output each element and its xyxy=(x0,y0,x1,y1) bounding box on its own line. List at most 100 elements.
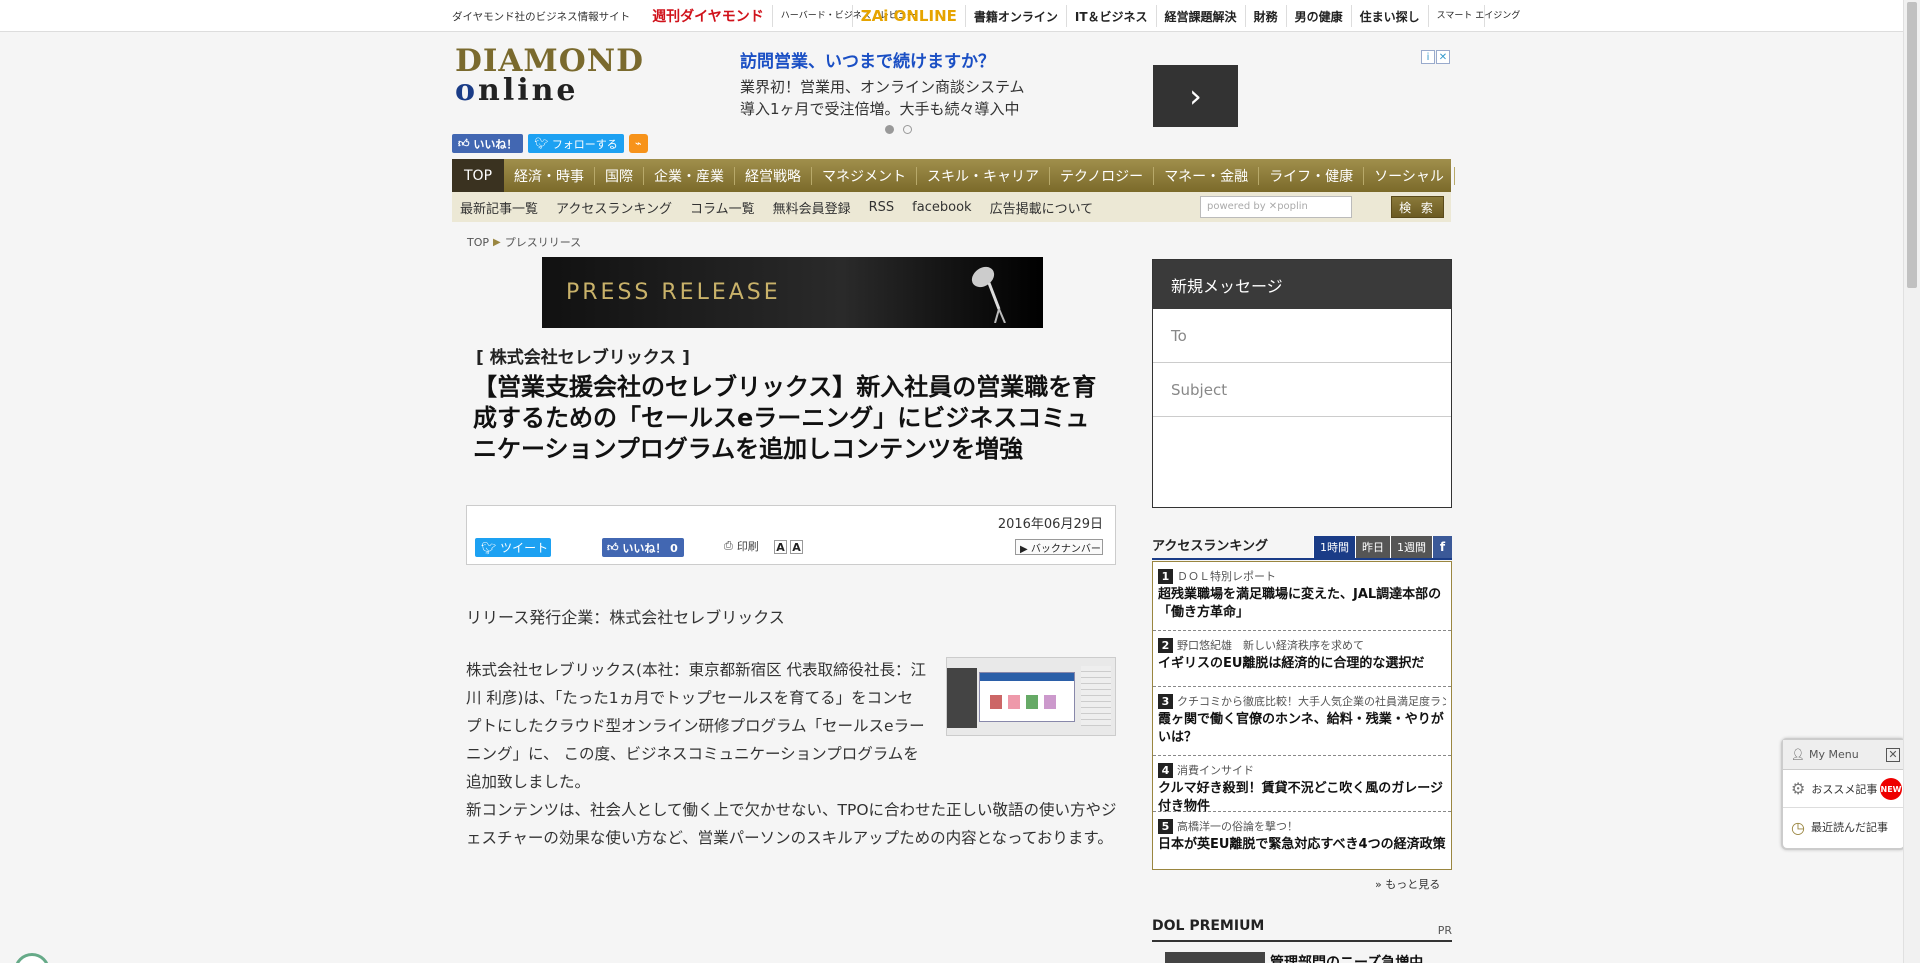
tab-1-week[interactable]: 1週間 xyxy=(1390,536,1432,558)
recent-articles-button[interactable]: ◷ 最近読んだ記事 xyxy=(1783,808,1904,846)
subnav-rss[interactable]: RSS xyxy=(869,200,895,215)
link-it-business[interactable]: IT＆ビジネス xyxy=(1067,5,1157,27)
ranking-list: 1 ＤＯＬ特別レポート 超残業職場を満足職場に変えた、JAL調達本部の「働き方革命… xyxy=(1152,561,1452,870)
nav-industry[interactable]: 企業・産業 xyxy=(644,166,736,185)
facebook-icon[interactable]: f xyxy=(1432,536,1452,558)
nav-top[interactable]: TOP xyxy=(452,159,505,192)
subnav-columns[interactable]: コラム一覧 xyxy=(690,198,755,217)
carousel-dot[interactable] xyxy=(903,125,912,134)
nav-international[interactable]: 国際 xyxy=(595,166,645,185)
font-large-button[interactable]: A xyxy=(790,540,803,554)
company-tag: [ 株式会社セレブリックス ] xyxy=(476,348,690,368)
user-icon: 👤︎ xyxy=(1791,748,1805,761)
nav-management[interactable]: マネジメント xyxy=(812,166,918,185)
link-weekly-diamond[interactable]: 週刊ダイヤモンド xyxy=(644,5,773,27)
link-smart-aging[interactable]: スマート エイジング xyxy=(1429,5,1520,27)
subnav-ranking[interactable]: アクセスランキング xyxy=(556,198,672,217)
link-zai-online[interactable]: ZAi ONLINE xyxy=(853,5,966,27)
print-button[interactable]: ⎙ 印刷 xyxy=(724,538,759,554)
nav-life[interactable]: ライフ・健康 xyxy=(1259,166,1365,185)
recommended-articles-button[interactable]: ⚙ おススメ記事 NEW xyxy=(1783,770,1904,808)
message-body-field[interactable] xyxy=(1153,417,1451,510)
new-badge: NEW xyxy=(1880,778,1902,800)
subnav-advertise[interactable]: 広告掲載について xyxy=(990,198,1094,217)
carousel-dot[interactable] xyxy=(885,125,894,134)
list-item[interactable]: 5 高橋洋一の俗論を撃つ！ 日本が英EU離脱で緊急対応すべき4つの経済政策 xyxy=(1153,812,1451,868)
font-small-button[interactable]: A xyxy=(774,540,787,554)
rank-title[interactable]: クルマ好き殺到！賃貸不況どこ吹く風のガレージ付き物件 xyxy=(1158,780,1446,816)
rank-title[interactable]: 霞ヶ関で働く官僚のホンネ、給料・残業・やりがいは？ xyxy=(1158,711,1446,747)
ranking-more-link[interactable]: » もっと見る xyxy=(1375,876,1440,892)
article-paragraph-2: 新コンテンツは、社会人として働く上で欠かせない、TPOに合わせた正しい敬語の使い… xyxy=(466,801,1117,847)
ad-info-icon[interactable]: i xyxy=(1421,50,1435,64)
rank-title[interactable]: イギリスのEU離脱は経済的に合理的な選択だ xyxy=(1158,655,1446,673)
site-label: ダイヤモンド社のビジネス情報サイト xyxy=(452,10,631,23)
rank-title[interactable]: 超残業職場を満足職場に変えた、JAL調達本部の「働き方革命」 xyxy=(1158,586,1446,622)
rss-icon[interactable]: ⌁ xyxy=(628,134,648,153)
article-title: 【営業支援会社のセレブリックス】新入社員の営業職を育成するための「セールスeラー… xyxy=(473,373,1097,463)
message-subject-field[interactable]: Subject xyxy=(1153,363,1451,417)
ranking-title: アクセスランキング xyxy=(1152,539,1268,554)
list-item[interactable]: 3 クチコミから徹底比較！大手人気企業の社員満足度ランキング 霞ヶ関で働く官僚のホ… xyxy=(1153,687,1451,756)
subnav-latest[interactable]: 最新記事一覧 xyxy=(460,198,538,217)
printer-icon: ⎙ xyxy=(724,539,733,552)
close-icon[interactable]: ✕ xyxy=(1886,747,1900,762)
breadcrumb-home[interactable]: TOP xyxy=(467,236,489,249)
link-finance[interactable]: 財務 xyxy=(1246,5,1287,27)
premium-thumbnail[interactable] xyxy=(1165,952,1265,963)
floating-widget-icon[interactable] xyxy=(14,953,50,963)
facebook-like-button[interactable]: 👍︎ いいね！ 0 xyxy=(602,538,684,557)
link-books-online[interactable]: 書籍オンライン xyxy=(966,5,1067,27)
article-date: 2016年06月29日 xyxy=(997,517,1103,532)
breadcrumb-separator-icon: ▶ xyxy=(493,236,501,248)
new-message-panel: 新規メッセージ To Subject xyxy=(1152,259,1452,508)
ad-carousel-dots xyxy=(885,125,912,134)
twitter-bird-icon: 🐦︎ xyxy=(481,540,497,555)
nav-skills[interactable]: スキル・キャリア xyxy=(917,166,1051,185)
rank-number: 4 xyxy=(1158,762,1173,778)
page-scrollbar[interactable] xyxy=(1903,0,1920,963)
article-screenshot-image[interactable] xyxy=(946,657,1116,736)
subnav-register[interactable]: 無料会員登録 xyxy=(773,198,851,217)
nav-technology[interactable]: テクノロジー xyxy=(1050,166,1155,185)
link-mens-health[interactable]: 男の健康 xyxy=(1287,5,1352,27)
list-item[interactable]: 2 野口悠紀雄 新しい経済秩序を求めて イギリスのEU離脱は経済的に合理的な選択だ xyxy=(1153,631,1451,687)
breadcrumb: TOP ▶ プレスリリース xyxy=(467,234,581,250)
divider xyxy=(1152,940,1452,942)
subnav-facebook[interactable]: facebook xyxy=(912,200,971,215)
tab-yesterday[interactable]: 昨日 xyxy=(1355,536,1390,558)
link-hbr[interactable]: ハーバード・ビジネス・レビュー xyxy=(773,5,916,27)
ad-arrow-button[interactable]: › xyxy=(1153,65,1238,127)
nav-social[interactable]: ソーシャル xyxy=(1364,166,1455,185)
twitter-bird-icon: 🐦︎ xyxy=(534,137,549,150)
ad-banner[interactable]: 訪問営業、いつまで続けますか？ 業界初！営業用、オンライン商談システム 導入1ヶ… xyxy=(740,47,1240,137)
my-menu-title: My Menu xyxy=(1808,748,1859,761)
nav-economy[interactable]: 経済・時事 xyxy=(504,166,596,185)
diamond-online-logo[interactable]: DIAMOND online xyxy=(455,46,643,112)
top-bar: ダイヤモンド社のビジネス情報サイト 週刊ダイヤモンド ハーバード・ビジネス・レビ… xyxy=(0,0,1903,32)
message-to-field[interactable]: To xyxy=(1153,309,1451,363)
rank-title[interactable]: 日本が英EU離脱で緊急対応すべき4つの経済政策 xyxy=(1158,836,1446,854)
list-item[interactable]: 1 ＤＯＬ特別レポート 超残業職場を満足職場に変えた、JAL調達本部の「働き方革命… xyxy=(1153,562,1451,631)
list-item[interactable]: 4 消費インサイド クルマ好き殺到！賃貸不況どこ吹く風のガレージ付き物件 xyxy=(1153,756,1451,814)
premium-title: DOL PREMIUM xyxy=(1152,918,1265,934)
ad-close-icon[interactable]: ✕ xyxy=(1436,50,1450,64)
social-buttons: 👍︎ いいね！ 🐦︎ フォローする ⌁ xyxy=(452,134,648,153)
message-title: 新規メッセージ xyxy=(1153,260,1451,309)
premium-item-title[interactable]: 管理部門のニーズ急増中 xyxy=(1270,952,1423,963)
scrollbar-thumb[interactable] xyxy=(1907,2,1917,288)
backnumber-button[interactable]: ▶ バックナンバー xyxy=(1015,539,1103,555)
nav-money[interactable]: マネー・金融 xyxy=(1154,166,1260,185)
nav-strategy[interactable]: 経営戦略 xyxy=(735,166,813,185)
facebook-like-button[interactable]: 👍︎ いいね！ xyxy=(452,134,524,153)
search-input[interactable]: powered by ✕poplin xyxy=(1200,196,1352,218)
twitter-follow-button[interactable]: 🐦︎ フォローする xyxy=(528,134,624,153)
tab-1-hour[interactable]: 1時間 xyxy=(1313,536,1355,558)
link-housing[interactable]: 住まい探し xyxy=(1352,5,1429,27)
font-size-controls: A A xyxy=(774,540,803,554)
link-management-solutions[interactable]: 経営課題解決 xyxy=(1157,5,1246,27)
thumbs-up-icon: 👍︎ xyxy=(458,137,470,150)
tweet-button[interactable]: 🐦︎ ツイート xyxy=(475,538,551,557)
rank-series: 高橋洋一の俗論を撃つ！ xyxy=(1177,820,1298,833)
search-button[interactable]: 検 索 xyxy=(1391,196,1444,218)
